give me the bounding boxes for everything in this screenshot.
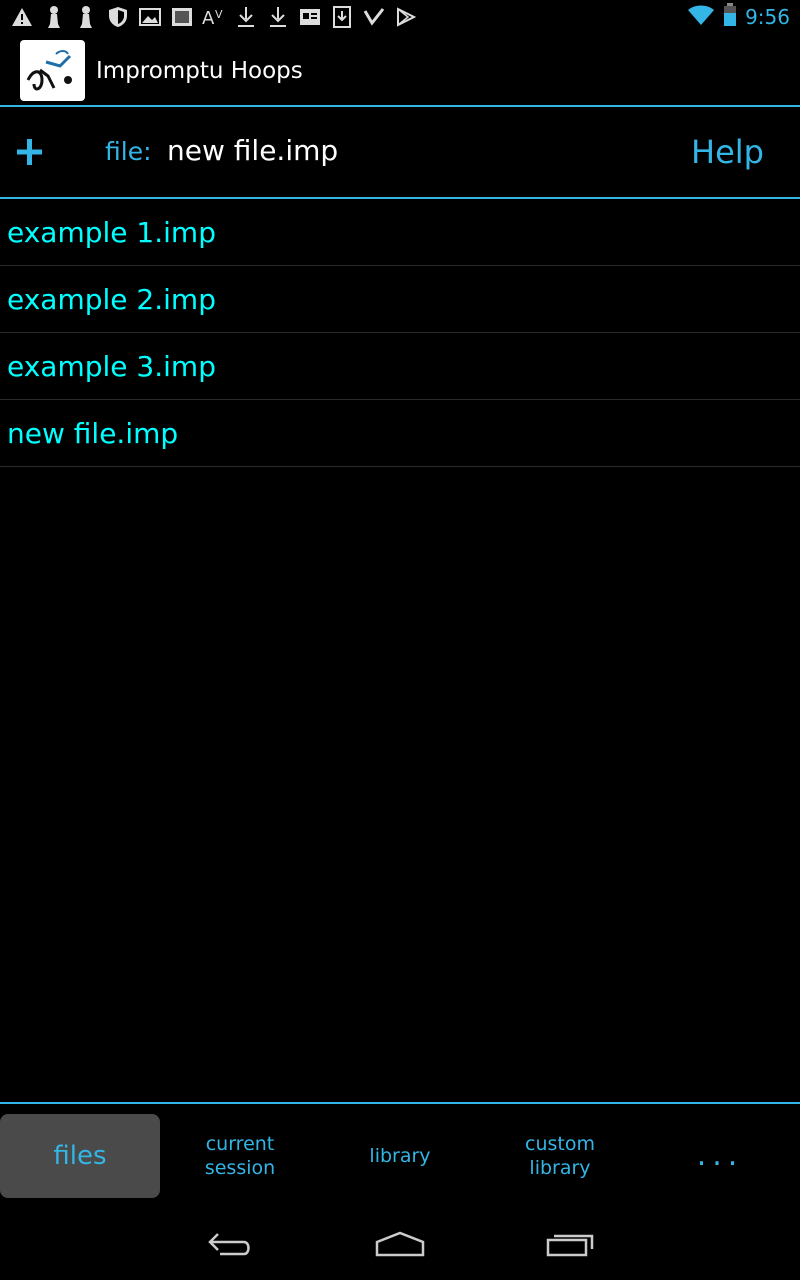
download-icon — [266, 5, 290, 29]
battery-icon — [723, 2, 737, 32]
notification-icons: AV — [10, 4, 418, 30]
bottom-tab-bar: files current session library custom libra… — [0, 1102, 800, 1206]
download-box-icon — [330, 5, 354, 29]
home-button[interactable] — [370, 1224, 430, 1264]
tab-custom-library[interactable]: custom library — [480, 1114, 640, 1198]
svg-text:V: V — [215, 8, 223, 21]
file-label: file: — [105, 137, 152, 166]
file-toolbar: file: new file.imp Help — [0, 107, 800, 199]
current-file-name[interactable]: new file.imp — [167, 134, 338, 167]
navigation-bar — [0, 1206, 800, 1280]
recent-apps-icon — [546, 1234, 594, 1257]
tab-files[interactable]: files — [0, 1114, 160, 1198]
system-indicators: 9:56 — [687, 2, 790, 32]
check-icon — [362, 5, 386, 29]
status-bar: AV 9:56 — [0, 0, 800, 34]
file-item[interactable]: example 3.imp — [0, 333, 800, 400]
file-list: example 1.imp example 2.imp example 3.im… — [0, 199, 800, 467]
tab-library[interactable]: library — [320, 1114, 480, 1198]
clock: 9:56 — [745, 5, 790, 29]
tab-current-session-label: current session — [204, 1133, 276, 1179]
tab-custom-library-label: custom library — [525, 1133, 595, 1179]
home-icon — [375, 1231, 425, 1257]
help-button[interactable]: Help — [691, 133, 764, 171]
chess-pawn-icon — [74, 5, 98, 29]
tab-current-session[interactable]: current session — [160, 1114, 320, 1198]
sdcard-icon — [170, 5, 194, 29]
font-size-icon: AV — [202, 5, 226, 29]
svg-text:A: A — [202, 8, 215, 28]
card-icon — [298, 5, 322, 29]
plus-icon — [17, 139, 42, 165]
file-item[interactable]: example 2.imp — [0, 266, 800, 333]
back-button[interactable] — [200, 1224, 260, 1264]
play-store-icon — [394, 5, 418, 29]
wifi-icon — [687, 4, 715, 31]
download-icon — [234, 5, 258, 29]
more-icon: ... — [696, 1138, 744, 1173]
warning-icon — [10, 5, 34, 29]
chess-pawn-icon — [42, 5, 66, 29]
add-file-button[interactable] — [14, 135, 46, 167]
tab-files-label: files — [53, 1141, 107, 1171]
file-item[interactable]: new file.imp — [0, 400, 800, 467]
file-item[interactable]: example 1.imp — [0, 199, 800, 266]
recent-apps-button[interactable] — [540, 1224, 600, 1264]
tab-library-label: library — [369, 1145, 431, 1167]
shield-icon — [106, 5, 130, 29]
app-title: Impromptu Hoops — [96, 58, 303, 84]
action-bar: Impromptu Hoops — [0, 34, 800, 107]
image-icon — [138, 5, 162, 29]
app-logo-icon[interactable] — [20, 40, 85, 101]
tab-more[interactable]: ... — [640, 1114, 800, 1198]
back-icon — [208, 1233, 250, 1256]
